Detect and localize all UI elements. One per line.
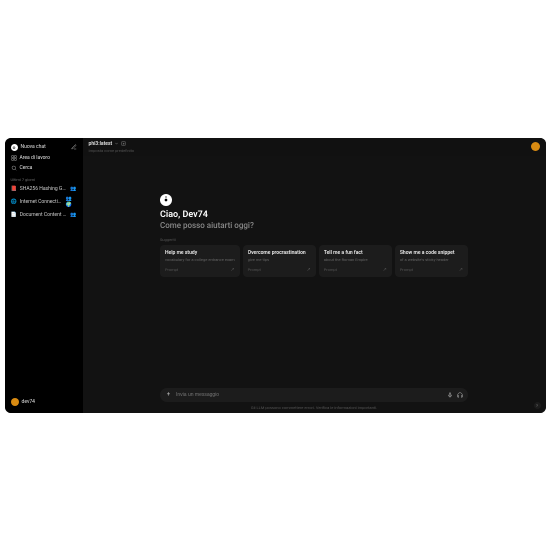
- sidebar-item-search[interactable]: Cerca: [8, 163, 80, 173]
- sidebar-item-label: Area di lavoro: [20, 155, 50, 161]
- sidebar-item-workspace[interactable]: Area di lavoro: [8, 153, 80, 163]
- topbar: phi3:latest + Imposta come predefinito: [83, 138, 546, 156]
- arrow-icon: ↗: [230, 267, 234, 273]
- sidebar: O Nuova chat Area di lavoro Cerca Ultimi…: [5, 138, 83, 413]
- chat-emoji-icon: 📄: [11, 212, 17, 218]
- chat-suffix-icon: 👥🌍: [65, 196, 76, 208]
- card-subtitle: vocabulary for a college entrance exam: [165, 257, 235, 262]
- add-model-button[interactable]: +: [121, 141, 126, 146]
- new-chat-label: Nuova chat: [21, 144, 46, 150]
- suggestion-card[interactable]: Show me a code snippet of a website's st…: [395, 245, 468, 277]
- model-selector[interactable]: phi3:latest: [89, 141, 113, 147]
- suggested-label: Suggeriti: [160, 237, 468, 242]
- card-title: Overcome procrastination: [248, 250, 311, 256]
- chat-history-item[interactable]: 🌐 Internet Connectivity? 👥🌍: [8, 194, 80, 210]
- main-area: phi3:latest + Imposta come predefinito C…: [83, 138, 546, 413]
- sidebar-item-label: Cerca: [20, 165, 33, 171]
- set-default-hint[interactable]: Imposta come predefinito: [89, 148, 135, 153]
- card-title: Show me a code snippet: [400, 250, 463, 256]
- center-stage: Ciao, Dev74 Come posso aiutarti oggi? Su…: [83, 156, 546, 388]
- chat-emoji-icon: 📕: [11, 186, 17, 192]
- new-chat-button[interactable]: O Nuova chat: [8, 142, 80, 153]
- edit-icon[interactable]: [71, 144, 77, 150]
- footer-disclaimer: Gli LLM possono commettere errori. Verif…: [83, 405, 546, 413]
- card-subtitle: about the Roman Empire: [324, 257, 387, 262]
- card-tag: Prompt: [165, 267, 178, 272]
- message-input[interactable]: [176, 392, 443, 398]
- greeting-title: Ciao, Dev74: [160, 210, 468, 220]
- microphone-icon[interactable]: [447, 392, 453, 398]
- card-title: Tell me a fun fact: [324, 250, 387, 256]
- chat-history-item[interactable]: 📕 SHA256 Hashing Guide 👥: [8, 184, 80, 194]
- chat-emoji-icon: 🌐: [11, 199, 17, 205]
- chat-input-container: +: [160, 388, 468, 402]
- chat-title: Internet Connectivity?: [20, 199, 63, 205]
- chat-history-item[interactable]: 📄 Document Content Insight 👥: [8, 210, 80, 220]
- search-icon: [11, 165, 17, 171]
- chat-title: Document Content Insight: [20, 212, 68, 218]
- arrow-icon: ↗: [383, 267, 387, 273]
- sidebar-user[interactable]: dev74: [8, 395, 80, 409]
- suggestion-cards: Help me study vocabulary for a college e…: [160, 245, 468, 277]
- help-button[interactable]: ?: [534, 402, 541, 409]
- headphones-icon[interactable]: [457, 392, 463, 398]
- grid-icon: [11, 155, 17, 161]
- app-window: O Nuova chat Area di lavoro Cerca Ultimi…: [5, 138, 546, 413]
- card-subtitle: of a website's sticky header: [400, 257, 463, 262]
- chat-suffix-icon: 👥: [70, 212, 76, 218]
- chat-title: SHA256 Hashing Guide: [20, 186, 68, 192]
- card-subtitle: give me tips: [248, 257, 311, 262]
- suggestion-card[interactable]: Overcome procrastination give me tips Pr…: [243, 245, 316, 277]
- card-tag: Prompt: [324, 267, 337, 272]
- sidebar-section-title: Ultimi 7 giorni: [8, 173, 80, 184]
- card-title: Help me study: [165, 250, 235, 256]
- avatar: [11, 398, 19, 406]
- card-tag: Prompt: [400, 267, 413, 272]
- arrow-icon: ↗: [459, 267, 463, 273]
- card-tag: Prompt: [248, 267, 261, 272]
- user-name: dev74: [22, 399, 35, 405]
- logo-icon: O: [11, 144, 18, 151]
- avatar[interactable]: [531, 142, 540, 151]
- chat-suffix-icon: 👥: [70, 186, 76, 192]
- arrow-icon: ↗: [307, 267, 311, 273]
- attach-button[interactable]: +: [165, 391, 172, 398]
- logo-icon: [160, 194, 172, 206]
- suggestion-card[interactable]: Help me study vocabulary for a college e…: [160, 245, 240, 277]
- suggestion-card[interactable]: Tell me a fun fact about the Roman Empir…: [319, 245, 392, 277]
- chevron-down-icon[interactable]: [114, 141, 119, 146]
- greeting-subtitle: Come posso aiutarti oggi?: [160, 221, 468, 230]
